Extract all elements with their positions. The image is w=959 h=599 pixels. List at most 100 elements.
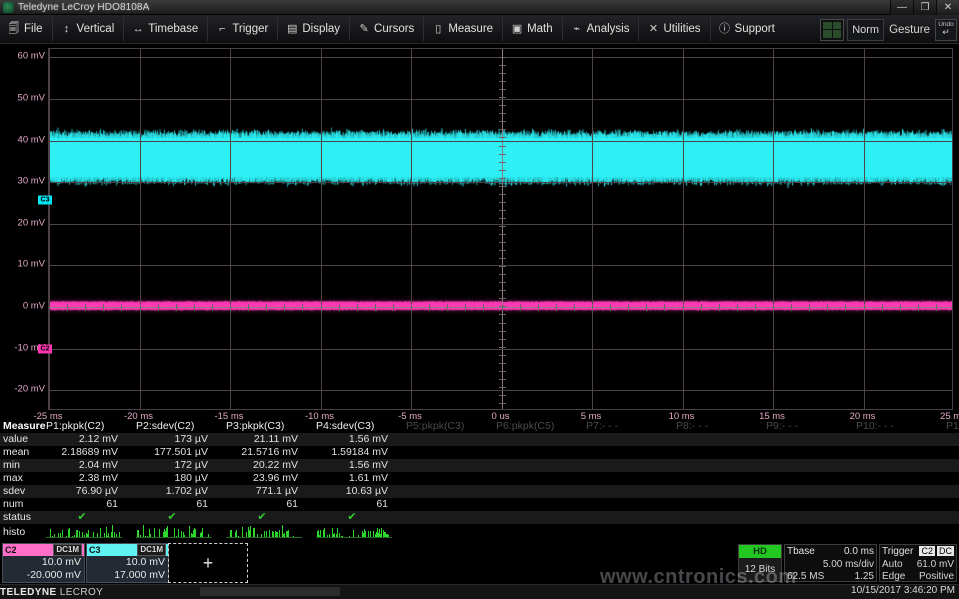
- y-axis-tick-label: 0 mV: [23, 300, 45, 311]
- measure-row-num[interactable]: num61616161: [0, 498, 959, 511]
- menu-item-label: Display: [302, 23, 340, 35]
- histogram-bar: [114, 532, 115, 537]
- menu-item-cursors[interactable]: ✎Cursors: [349, 17, 422, 41]
- measure-column-header[interactable]: P2:sdev(C2): [136, 420, 208, 433]
- channel-c3-coupling[interactable]: DC1M: [137, 544, 166, 556]
- menu-item-trigger[interactable]: ⌐Trigger: [207, 17, 276, 41]
- measure-row-min[interactable]: min2.04 mV172 µV20.22 mV1.56 mV: [0, 459, 959, 472]
- timebase-scale[interactable]: 5.00 ms/div: [823, 559, 874, 570]
- grid-layout-icon[interactable]: [820, 19, 844, 41]
- channel-c3-offset[interactable]: 17.000 mV: [87, 569, 168, 582]
- menu-item-support[interactable]: ⓘSupport: [710, 17, 783, 41]
- status-check-icon: ✔: [77, 511, 86, 523]
- trigger-box[interactable]: Trigger C2DC Auto 61.0 mV Edge Positive: [879, 544, 957, 582]
- gesture-label[interactable]: Gesture: [887, 24, 932, 36]
- measure-column-header[interactable]: P10:- - -: [856, 420, 928, 433]
- measure-cell: [676, 498, 748, 511]
- measure-cell: 1.61 mV: [316, 472, 388, 485]
- measure-column-header[interactable]: P5:pkpk(C3): [406, 420, 478, 433]
- histogram-bar: [72, 536, 73, 537]
- graticule-plot[interactable]: [48, 48, 953, 410]
- teledyne-lecroy-logo: TELEDYNE LECROY: [0, 587, 200, 599]
- close-button[interactable]: ✕: [936, 0, 959, 15]
- measure-row-value[interactable]: value2.12 mV173 µV21.11 mV1.56 mV: [0, 433, 959, 446]
- trigger-level[interactable]: 61.0 mV: [917, 559, 954, 570]
- histogram-bar: [373, 531, 374, 537]
- trigger-source[interactable]: C2: [919, 546, 935, 556]
- measure-cell: 21.11 mV: [226, 433, 298, 446]
- histogram-baseline: [136, 537, 212, 538]
- y-axis-tick-label: 20 mV: [18, 217, 45, 228]
- minimize-button[interactable]: —: [890, 0, 913, 15]
- histogram-bar: [176, 536, 177, 537]
- menu-item-timebase[interactable]: ↔Timebase: [123, 17, 206, 41]
- display-screen-icon: ▤: [286, 23, 298, 35]
- menu-item-analysis[interactable]: ⌁Analysis: [562, 17, 638, 41]
- channel-descriptor-c3[interactable]: C3 DC1M 10.0 mV 17.000 mV: [86, 543, 169, 583]
- channel-offset-marker-c3[interactable]: C3: [38, 196, 52, 205]
- menu-item-label: Analysis: [587, 23, 630, 35]
- y-axis-tick-label: 60 mV: [18, 51, 45, 62]
- measure-row-sdev[interactable]: sdev76.90 µV1.702 µV771.1 µV10.63 µV: [0, 485, 959, 498]
- timebase-delay[interactable]: 0.0 ms: [844, 546, 874, 557]
- measure-column-header[interactable]: P4:sdev(C3): [316, 420, 388, 433]
- waveform-display-area[interactable]: 60 mV50 mV40 mV30 mV20 mV10 mV0 mV-10 mV…: [0, 44, 959, 420]
- trigger-slope[interactable]: Positive: [919, 571, 954, 582]
- measure-column-header[interactable]: P1:pkpk(C2): [46, 420, 118, 433]
- menu-item-vertical[interactable]: ↕Vertical: [52, 17, 123, 41]
- measure-cell: 61: [316, 498, 388, 511]
- measure-cell: 180 µV: [136, 472, 208, 485]
- measure-cell: 173 µV: [136, 433, 208, 446]
- menu-item-measure[interactable]: ▯Measure: [423, 17, 501, 41]
- timebase-box[interactable]: Tbase 0.0 ms 5.00 ms/div 62.5 MS 1.25: [784, 544, 877, 582]
- center-horizontal-ticks: [49, 304, 952, 311]
- trigger-mode-indicator[interactable]: Norm: [847, 19, 884, 41]
- channel-descriptor-c2[interactable]: C2 DC1M 10.0 mV -20.000 mV: [2, 543, 85, 583]
- trigger-title: Trigger: [882, 546, 913, 557]
- channel-c2-scale[interactable]: 10.0 mV: [3, 556, 84, 569]
- measure-row-status[interactable]: status✔✔✔✔: [0, 511, 959, 524]
- measure-row-max[interactable]: max2.38 mV180 µV23.96 mV1.61 mV: [0, 472, 959, 485]
- histogram-bar: [93, 532, 94, 537]
- channel-c3-scale[interactable]: 10.0 mV: [87, 556, 168, 569]
- channel-offset-marker-c2[interactable]: C2: [38, 344, 52, 353]
- menu-item-label: Vertical: [77, 23, 115, 35]
- measure-cell: [406, 459, 478, 472]
- measure-cell: [856, 446, 928, 459]
- vertical-gridline: [140, 49, 141, 409]
- channel-c2-coupling[interactable]: DC1M: [53, 544, 82, 556]
- trigger-header-row: Trigger C2DC: [880, 545, 956, 558]
- menu-item-display[interactable]: ▤ Display: [277, 17, 348, 41]
- utilities-tools-icon: ✕: [647, 23, 659, 35]
- menu-item-math[interactable]: ▣Math: [502, 17, 561, 41]
- trigger-type[interactable]: Edge: [882, 571, 905, 582]
- measure-row-mean[interactable]: mean2.18689 mV177.501 µV21.5716 mV1.5918…: [0, 446, 959, 459]
- menu-item-label: File: [24, 23, 43, 35]
- add-channel-button[interactable]: +: [168, 543, 248, 583]
- menu-item-utilities[interactable]: ✕Utilities: [638, 17, 708, 41]
- histogram-bar: [159, 529, 160, 537]
- trigger-mode[interactable]: Auto: [882, 559, 903, 570]
- hd-mode-box[interactable]: HD 12 Bits: [738, 544, 782, 582]
- measure-column-header[interactable]: P7:- - -: [586, 420, 658, 433]
- maximize-button[interactable]: ❐: [913, 0, 936, 15]
- measure-column-header[interactable]: P3:pkpk(C3): [226, 420, 298, 433]
- measure-column-header[interactable]: P6:pkpk(C5): [496, 420, 568, 433]
- histogram-bar: [69, 528, 70, 537]
- measure-cell: 771.1 µV: [226, 485, 298, 498]
- undo-button[interactable]: Undo ↵: [935, 19, 957, 41]
- measure-header-row[interactable]: MeasureP1:pkpk(C2)P2:sdev(C2)P3:pkpk(C3)…: [0, 420, 959, 433]
- timestamp: 10/15/2017 3:46:20 PM: [851, 585, 955, 596]
- measure-column-header[interactable]: P8:- - -: [676, 420, 748, 433]
- channel-c2-offset[interactable]: -20.000 mV: [3, 569, 84, 582]
- trigger-mode-row: Auto 61.0 mV: [880, 558, 956, 570]
- menu-item-file[interactable]: 🗐File: [1, 17, 51, 41]
- histogram-bar: [202, 528, 203, 537]
- histogram-bar: [246, 532, 247, 537]
- measure-column-header[interactable]: P11:- - -: [946, 420, 959, 433]
- status-bar: C2 DC1M 10.0 mV -20.000 mV C3 DC1M 10.0 …: [0, 541, 959, 599]
- trigger-coupling[interactable]: DC: [937, 546, 954, 556]
- measure-column-header[interactable]: P9:- - -: [766, 420, 838, 433]
- support-info-icon: ⓘ: [719, 23, 731, 35]
- sample-count: 62.5 MS: [787, 571, 824, 582]
